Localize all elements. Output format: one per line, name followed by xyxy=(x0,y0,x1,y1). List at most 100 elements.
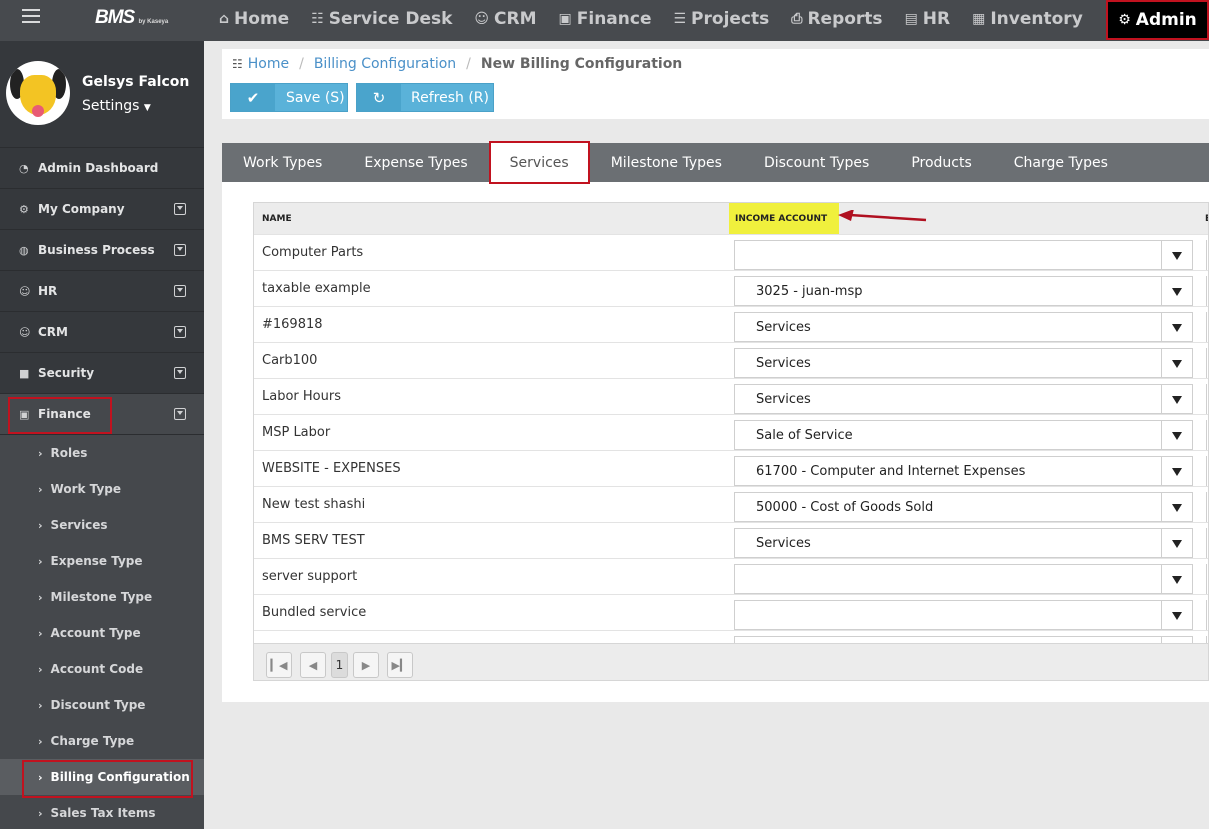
submenu-item-discount-type[interactable]: › Discount Type xyxy=(0,687,204,723)
submenu-item-milestone-type[interactable]: › Milestone Type xyxy=(0,579,204,615)
dropdown-arrow-icon[interactable] xyxy=(1161,457,1192,485)
breadcrumb-billing-configuration[interactable]: Billing Configuration xyxy=(314,56,456,72)
submenu-item-account-code[interactable]: › Account Code xyxy=(0,651,204,687)
submenu-item-sales-tax-items[interactable]: › Sales Tax Items xyxy=(0,795,204,829)
tab-milestone-types[interactable]: Milestone Types xyxy=(590,143,743,182)
annotation-arrow-icon xyxy=(838,210,927,222)
brand-logo[interactable]: BMS by Kaseya xyxy=(95,7,168,29)
sidebar-item-label: Admin Dashboard xyxy=(38,161,159,175)
table-row: Bundled service xyxy=(254,594,1208,630)
refresh-button[interactable]: ↻ Refresh (R) xyxy=(356,83,494,112)
income-account-select[interactable]: Sale of Service xyxy=(734,420,1193,450)
income-account-select[interactable]: Services xyxy=(734,348,1193,378)
expand-toggle-icon[interactable] xyxy=(174,285,186,297)
nav-admin[interactable]: ⚙ Admin xyxy=(1106,0,1209,40)
expand-toggle-icon[interactable] xyxy=(174,367,186,379)
submenu-label: Sales Tax Items xyxy=(50,806,156,820)
dropdown-arrow-icon[interactable] xyxy=(1161,277,1192,305)
page-number-button[interactable]: 1 xyxy=(331,652,348,678)
money-icon: ▣ xyxy=(558,10,572,27)
service-name: Bundled service xyxy=(262,605,367,620)
column-header-extra[interactable]: E xyxy=(1205,214,1208,224)
save-button[interactable]: ✔ Save (S) xyxy=(230,83,348,112)
nav-label: CRM xyxy=(494,8,537,29)
nav-projects[interactable]: ☰ Projects xyxy=(662,0,780,37)
income-account-select[interactable]: Services xyxy=(734,312,1193,342)
submenu-label: Services xyxy=(50,518,108,532)
tab-work-types[interactable]: Work Types xyxy=(222,143,343,182)
submenu-label: Account Code xyxy=(50,662,144,676)
nav-admin-label: Admin xyxy=(1135,10,1197,30)
submenu-item-billing-configuration[interactable]: › Billing Configuration xyxy=(0,759,204,798)
dropdown-arrow-icon[interactable] xyxy=(1161,385,1192,413)
service-name: taxable example xyxy=(262,281,371,296)
income-account-select[interactable]: Services xyxy=(734,384,1193,414)
table-row: Computer Parts xyxy=(254,234,1208,270)
submenu-item-services[interactable]: › Services xyxy=(0,507,204,543)
service-name: server support xyxy=(262,569,358,584)
next-page-icon[interactable]: ▶ xyxy=(353,652,379,678)
last-page-icon[interactable]: ▶▎ xyxy=(387,652,413,678)
tab-discount-types[interactable]: Discount Types xyxy=(743,143,890,182)
settings-dropdown[interactable]: Settings ▼ xyxy=(82,98,151,114)
nav-crm[interactable]: ☺ CRM xyxy=(463,0,547,37)
income-account-select[interactable] xyxy=(734,600,1193,630)
sidebar-item-admin-dashboard[interactable]: ◔ Admin Dashboard xyxy=(0,148,204,189)
sidebar-item-business-process[interactable]: ◍ Business Process xyxy=(0,230,204,271)
nav-service-desk[interactable]: ☷ Service Desk xyxy=(300,0,463,37)
expand-toggle-icon[interactable] xyxy=(174,408,186,420)
sidebar-item-finance[interactable]: ▣ Finance xyxy=(0,394,204,435)
sidebar-item-hr[interactable]: ☺ HR xyxy=(0,271,204,312)
globe-icon: ◍ xyxy=(19,243,29,257)
breadcrumb: ☷ Home / Billing Configuration / New Bil… xyxy=(222,49,1209,79)
nav-inventory[interactable]: ▦ Inventory xyxy=(961,0,1094,37)
avatar[interactable] xyxy=(6,61,70,125)
breadcrumb-home[interactable]: Home xyxy=(248,56,289,72)
income-account-select[interactable]: 50000 - Cost of Goods Sold xyxy=(734,492,1193,522)
column-header-name[interactable]: NAME xyxy=(262,214,292,224)
submenu-item-roles[interactable]: › Roles xyxy=(0,435,204,471)
service-name: Carb100 xyxy=(262,353,318,368)
expand-toggle-icon[interactable] xyxy=(174,326,186,338)
expand-toggle-icon[interactable] xyxy=(174,203,186,215)
submenu-item-charge-type[interactable]: › Charge Type xyxy=(0,723,204,759)
income-account-select[interactable]: 3025 - juan-msp xyxy=(734,276,1193,306)
nav-home[interactable]: ⌂ Home xyxy=(208,0,300,37)
first-page-icon[interactable]: ▎◀ xyxy=(266,652,292,678)
submenu-item-expense-type[interactable]: › Expense Type xyxy=(0,543,204,579)
sidebar-item-label: HR xyxy=(38,284,58,298)
dropdown-arrow-icon[interactable] xyxy=(1161,529,1192,557)
dropdown-arrow-icon[interactable] xyxy=(1161,493,1192,521)
income-account-select[interactable] xyxy=(734,240,1193,270)
income-account-select[interactable]: 61700 - Computer and Internet Expenses xyxy=(734,456,1193,486)
income-account-select[interactable] xyxy=(734,564,1193,594)
column-header-income-account[interactable]: INCOME ACCOUNT xyxy=(729,203,839,234)
sidebar-item-crm[interactable]: ☺ CRM xyxy=(0,312,204,353)
dropdown-arrow-icon[interactable] xyxy=(1161,421,1192,449)
dropdown-arrow-icon[interactable] xyxy=(1161,349,1192,377)
dropdown-arrow-icon[interactable] xyxy=(1161,313,1192,341)
income-account-select[interactable]: Services xyxy=(734,528,1193,558)
nav-label: Finance xyxy=(576,8,652,29)
service-name: MSP Labor xyxy=(262,425,331,440)
submenu-item-account-type[interactable]: › Account Type xyxy=(0,615,204,651)
nav-hr[interactable]: ▤ HR xyxy=(894,0,962,37)
hamburger-menu-icon[interactable] xyxy=(22,9,40,25)
prev-page-icon[interactable]: ◀ xyxy=(300,652,326,678)
tab-services[interactable]: Services xyxy=(488,141,590,184)
tab-products[interactable]: Products xyxy=(890,143,992,182)
dropdown-arrow-icon[interactable] xyxy=(1161,241,1192,269)
nav-finance[interactable]: ▣ Finance xyxy=(548,0,663,37)
sidebar-item-my-company[interactable]: ⚙ My Company xyxy=(0,189,204,230)
tab-expense-types[interactable]: Expense Types xyxy=(343,143,488,182)
sidebar-item-security[interactable]: ■ Security xyxy=(0,353,204,394)
expand-toggle-icon[interactable] xyxy=(174,244,186,256)
dropdown-arrow-icon[interactable] xyxy=(1161,601,1192,629)
dashboard-icon: ◔ xyxy=(19,161,29,175)
profile-panel: Gelsys Falcon Settings ▼ xyxy=(0,41,204,148)
dropdown-arrow-icon[interactable] xyxy=(1161,565,1192,593)
gear-icon: ⚙ xyxy=(1118,12,1131,28)
tab-charge-types[interactable]: Charge Types xyxy=(993,143,1129,182)
submenu-item-work-type[interactable]: › Work Type xyxy=(0,471,204,507)
nav-reports[interactable]: ⎙ Reports xyxy=(780,0,893,37)
